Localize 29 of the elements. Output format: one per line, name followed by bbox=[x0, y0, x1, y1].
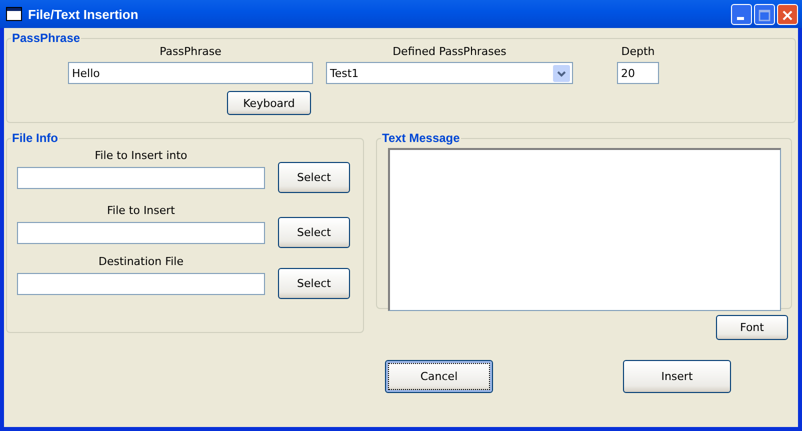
depth-field[interactable]: 20 bbox=[617, 62, 659, 84]
minimize-button[interactable] bbox=[731, 4, 752, 24]
message-text-area[interactable] bbox=[388, 148, 781, 311]
field-label: File to Insert into bbox=[94, 149, 188, 162]
file-path-field[interactable] bbox=[17, 222, 265, 244]
group-title: File Info bbox=[11, 131, 59, 145]
window-title: File/Text Insertion bbox=[28, 6, 140, 22]
window-icon bbox=[6, 7, 22, 21]
passphrase-field[interactable]: Hello bbox=[68, 62, 313, 84]
group-title: PassPhrase bbox=[11, 31, 82, 45]
font-button[interactable]: Font bbox=[716, 315, 788, 340]
select-button[interactable]: Select bbox=[278, 268, 350, 299]
close-button[interactable] bbox=[777, 4, 798, 24]
cancel-button[interactable]: Cancel bbox=[385, 360, 493, 393]
maximize-button[interactable] bbox=[754, 4, 775, 24]
file-path-field[interactable] bbox=[17, 272, 265, 294]
field-label: Defined PassPhrases bbox=[392, 45, 506, 58]
file-path-field[interactable] bbox=[17, 166, 265, 188]
field-label: File to Insert bbox=[106, 204, 176, 217]
keyboard-button[interactable]: Keyboard bbox=[227, 91, 311, 115]
minimize-icon bbox=[737, 16, 744, 20]
insert-button[interactable]: Insert bbox=[623, 360, 731, 393]
field-label: Depth bbox=[621, 45, 655, 58]
field-label: Destination File bbox=[97, 255, 185, 268]
passphrase-dropdown[interactable]: Test1 bbox=[326, 62, 573, 84]
select-button[interactable]: Select bbox=[278, 162, 350, 193]
group-title: Text Message bbox=[381, 131, 461, 145]
field-label: PassPhrase bbox=[160, 45, 222, 58]
select-button[interactable]: Select bbox=[278, 217, 350, 248]
